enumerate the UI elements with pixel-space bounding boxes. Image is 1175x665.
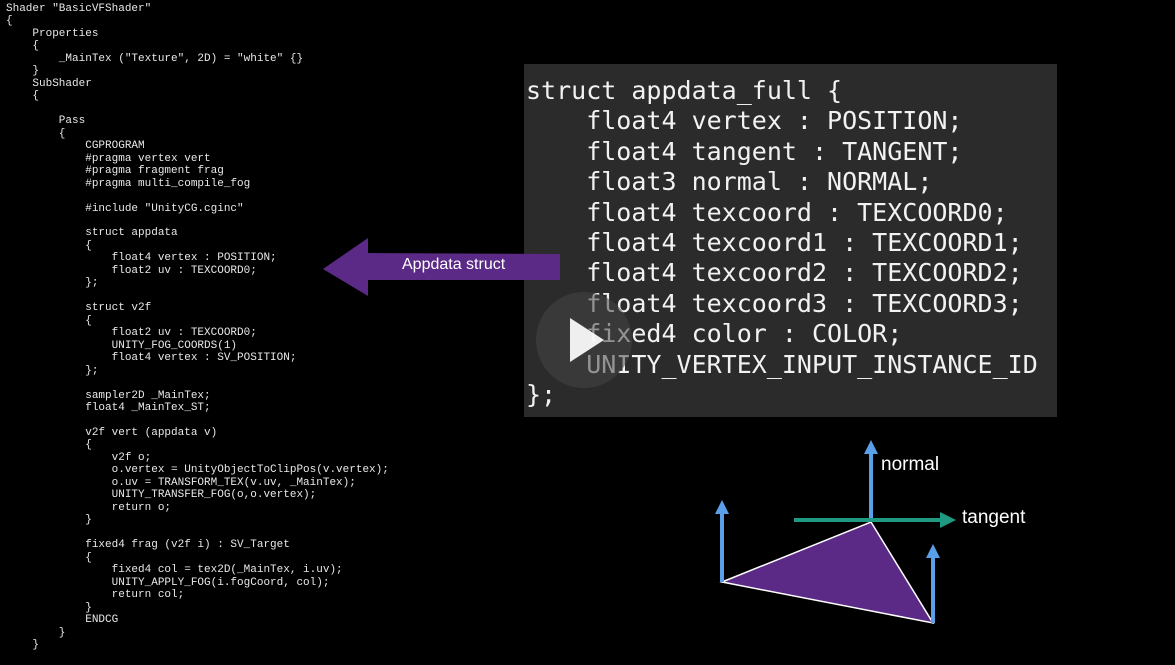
normal-arrowhead-right xyxy=(926,544,940,558)
tangent-arrow xyxy=(794,512,956,528)
play-icon xyxy=(570,318,604,362)
normal-arrowhead-top xyxy=(864,440,878,454)
triangle-face xyxy=(719,521,935,625)
tangent-label: tangent xyxy=(962,507,1026,528)
normal-arrowhead-left xyxy=(715,500,729,514)
callout-label: Appdata struct xyxy=(402,256,506,273)
tangent-space-diagram: normal tangent xyxy=(700,430,1100,660)
normal-label: normal xyxy=(881,454,940,475)
play-button[interactable] xyxy=(536,292,632,388)
tangent-arrowhead xyxy=(940,512,956,528)
